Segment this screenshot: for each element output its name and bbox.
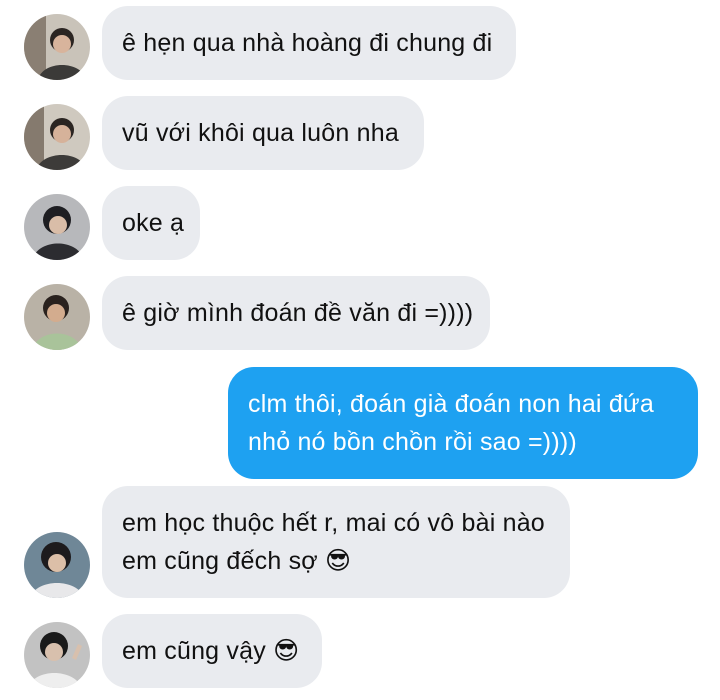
user-avatar[interactable] xyxy=(24,194,90,260)
message-bubble[interactable]: vũ với khôi qua luôn nha xyxy=(102,96,424,170)
message-bubble[interactable]: ê hẹn qua nhà hoàng đi chung đi xyxy=(102,6,516,80)
avatar-photo-icon xyxy=(24,104,90,170)
avatar-photo-icon xyxy=(24,532,90,598)
user-avatar[interactable] xyxy=(24,532,90,598)
sunglasses-emoji-icon: 😎 xyxy=(273,636,300,665)
user-avatar[interactable] xyxy=(24,622,90,688)
message-text: em cũng vậy xyxy=(122,637,266,665)
message-text: em cũng đếch sợ xyxy=(122,547,318,575)
message-text: em học thuộc hết r, mai có vô bài nào xyxy=(122,509,545,537)
message-text: clm thôi, đoán già đoán non hai đứa xyxy=(248,390,654,418)
message-bubble[interactable]: em cũng vậy 😎 xyxy=(102,614,322,688)
message-text: nhỏ nó bồn chồn rồi sao =)))) xyxy=(248,428,577,456)
message-text: ê giờ mình đoán đề văn đi =)))) xyxy=(122,299,474,327)
message-bubble[interactable]: em học thuộc hết r, mai có vô bài nào em… xyxy=(102,486,570,598)
avatar-photo-icon xyxy=(24,194,90,260)
message-text: oke ạ xyxy=(122,209,185,237)
message-bubble[interactable]: ê giờ mình đoán đề văn đi =)))) xyxy=(102,276,490,350)
message-bubble[interactable]: oke ạ xyxy=(102,186,200,260)
message-text: vũ với khôi qua luôn nha xyxy=(122,119,399,147)
message-bubble-outgoing[interactable]: clm thôi, đoán già đoán non hai đứa nhỏ … xyxy=(228,367,698,479)
user-avatar[interactable] xyxy=(24,284,90,350)
avatar-photo-icon xyxy=(24,284,90,350)
message-text: ê hẹn qua nhà hoàng đi chung đi xyxy=(122,29,493,57)
sunglasses-emoji-icon: 😎 xyxy=(325,546,352,575)
avatar-photo-icon xyxy=(24,14,90,80)
avatar-photo-icon xyxy=(24,622,90,688)
user-avatar[interactable] xyxy=(24,104,90,170)
user-avatar[interactable] xyxy=(24,14,90,80)
